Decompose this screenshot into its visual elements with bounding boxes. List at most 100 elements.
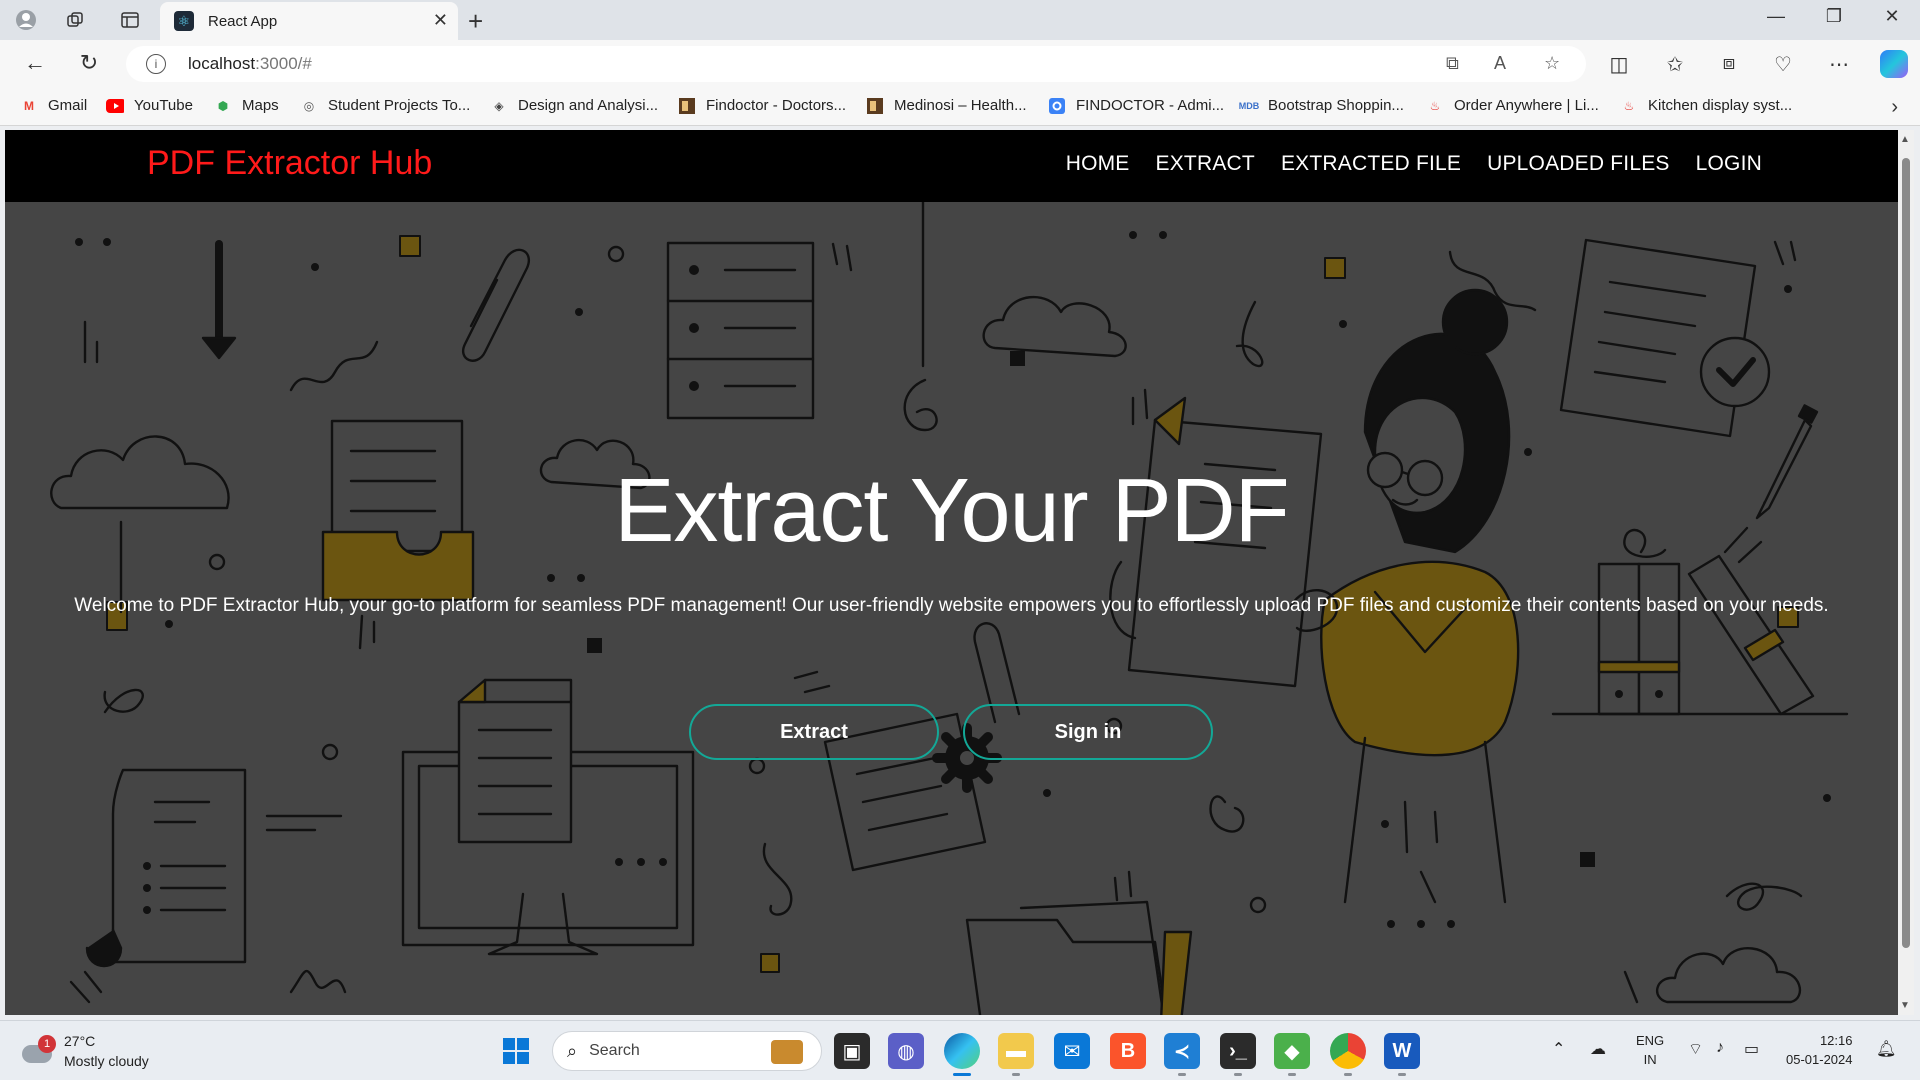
close-tab-icon[interactable]: ✕ xyxy=(433,10,448,31)
nav-login[interactable]: LOGIN xyxy=(1696,152,1762,176)
new-tab-icon[interactable]: + xyxy=(468,6,483,37)
tab-react-app[interactable]: ⚛ React App ✕ xyxy=(160,2,458,40)
site-icon xyxy=(866,97,884,114)
volume-icon[interactable]: ♪ xyxy=(1716,1039,1724,1057)
screen: ⚛ React App ✕ + — ❐ ✕ ← ↻ i localhost:30… xyxy=(0,0,1920,1080)
bookmark-bootstrap-shopping[interactable]: MDB Bootstrap Shoppin... xyxy=(1238,97,1404,114)
refresh-icon[interactable]: ↻ xyxy=(74,50,104,76)
search-placeholder: Search xyxy=(589,1042,640,1059)
restore-icon[interactable]: ❐ xyxy=(1814,6,1854,27)
app-indicator xyxy=(1344,1073,1352,1076)
workspaces-icon[interactable] xyxy=(64,8,88,32)
scroll-up-icon[interactable]: ▲ xyxy=(1900,134,1910,145)
profile-icon[interactable] xyxy=(14,8,38,32)
bookmark-findoctor-admin[interactable]: FINDOCTOR - Admi... xyxy=(1048,97,1224,114)
windows-taskbar: 1 27°C Mostly cloudy ⌕ Search ▣ ◍ ▬ ✉ B … xyxy=(0,1020,1920,1080)
hero-description: Welcome to PDF Extractor Hub, your go-to… xyxy=(74,595,1829,616)
close-window-icon[interactable]: ✕ xyxy=(1872,6,1912,27)
nav-uploaded-files[interactable]: UPLOADED FILES xyxy=(1487,152,1670,176)
tab-actions-icon[interactable] xyxy=(118,8,142,32)
tab-title: React App xyxy=(208,12,278,30)
brave-browser-icon[interactable]: B xyxy=(1110,1033,1146,1069)
wifi-icon[interactable]: ⌔ xyxy=(1688,1039,1703,1059)
scroll-down-icon[interactable]: ▼ xyxy=(1900,1000,1910,1011)
app-indicator xyxy=(1288,1073,1296,1076)
extract-button[interactable]: Extract xyxy=(689,704,939,760)
scrollbar-thumb[interactable] xyxy=(1902,158,1910,948)
minimize-icon[interactable]: — xyxy=(1756,6,1796,27)
chevron-right-icon[interactable]: › xyxy=(1891,96,1898,119)
onedrive-icon[interactable]: ☁ xyxy=(1590,1039,1606,1059)
vscode-icon[interactable]: ≺ xyxy=(1164,1033,1200,1069)
mail-icon[interactable]: ✉ xyxy=(1054,1033,1090,1069)
language-indicator[interactable]: ENG IN xyxy=(1636,1031,1664,1069)
weather-desc: Mostly cloudy xyxy=(64,1053,149,1069)
maps-icon: ⬢ xyxy=(217,98,229,113)
brand-logo[interactable]: PDF Extractor Hub xyxy=(147,144,432,183)
read-aloud-icon[interactable]: A xyxy=(1494,53,1506,74)
favorite-star-icon[interactable]: ☆ xyxy=(1544,53,1560,74)
weather-widget[interactable]: 1 27°C Mostly cloudy xyxy=(20,1031,149,1071)
notification-badge: 1 xyxy=(38,1035,56,1053)
nav-extract[interactable]: EXTRACT xyxy=(1156,152,1255,176)
gear-site-icon xyxy=(1048,97,1066,114)
site-info-icon[interactable]: i xyxy=(146,54,166,74)
app-indicator xyxy=(1398,1073,1406,1076)
windows-start-icon[interactable] xyxy=(498,1033,534,1069)
task-view-icon[interactable]: ▣ xyxy=(834,1033,870,1069)
bookmark-student-projects[interactable]: ◎ Student Projects To... xyxy=(300,97,471,114)
hero-title: Extract Your PDF xyxy=(614,461,1289,561)
bookmark-findoctor[interactable]: Findoctor - Doctors... xyxy=(678,97,846,114)
briefcase-icon xyxy=(771,1040,803,1064)
youtube-icon xyxy=(106,98,124,114)
bookmark-kitchen-display[interactable]: ♨ Kitchen display syst... xyxy=(1620,97,1793,114)
page-scrollbar[interactable]: ▲ ▼ xyxy=(1898,130,1914,1015)
open-in-app-icon[interactable]: ⧉ xyxy=(1446,53,1459,74)
chevron-up-icon[interactable]: ⌃ xyxy=(1552,1039,1565,1059)
more-menu-icon[interactable]: ⋯ xyxy=(1824,52,1854,77)
word-icon[interactable]: W xyxy=(1384,1033,1420,1069)
app-indicator xyxy=(1012,1073,1020,1076)
nav-links: HOME EXTRACT EXTRACTED FILE UPLOADED FIL… xyxy=(1066,152,1762,176)
flame-icon: ♨ xyxy=(1623,98,1635,113)
teams-chat-icon[interactable]: ◍ xyxy=(888,1033,924,1069)
notification-bell-icon[interactable]: 🔔︎ xyxy=(1876,1039,1896,1059)
browser-tab-bar: ⚛ React App ✕ + — ❐ ✕ xyxy=(0,0,1920,40)
bookmark-order-anywhere[interactable]: ♨ Order Anywhere | Li... xyxy=(1426,97,1599,114)
chrome-icon[interactable] xyxy=(1330,1033,1366,1069)
site-navbar: PDF Extractor Hub HOME EXTRACT EXTRACTED… xyxy=(5,130,1898,202)
gmail-icon: M xyxy=(24,98,34,113)
edge-browser-icon[interactable] xyxy=(944,1033,980,1069)
url-text[interactable]: localhost:3000/# xyxy=(188,54,312,74)
browser-essentials-icon[interactable]: ♡ xyxy=(1768,52,1798,77)
taskbar-search[interactable]: ⌕ Search xyxy=(552,1031,822,1071)
sign-in-button[interactable]: Sign in xyxy=(963,704,1213,760)
back-icon[interactable]: ← xyxy=(20,50,50,76)
mdb-icon: MDB xyxy=(1238,100,1260,111)
flame-icon: ♨ xyxy=(1429,98,1441,113)
collections-icon[interactable]: ⧈ xyxy=(1714,52,1744,75)
split-screen-icon[interactable]: ◫ xyxy=(1604,52,1634,77)
system-clock[interactable]: 12:16 05-01-2024 xyxy=(1786,1031,1853,1069)
app-indicator xyxy=(1234,1073,1242,1076)
bookmark-medinosi[interactable]: Medinosi – Health... xyxy=(866,97,1027,114)
address-bar[interactable]: i localhost:3000/# ⧉ A ☆ xyxy=(126,46,1586,82)
nav-home[interactable]: HOME xyxy=(1066,152,1130,176)
git-gui-icon[interactable]: ◆ xyxy=(1274,1033,1310,1069)
favorites-icon[interactable]: ✩ xyxy=(1660,52,1690,77)
copilot-icon[interactable] xyxy=(1880,50,1908,78)
bookmark-maps[interactable]: ⬢ Maps xyxy=(214,97,279,114)
site-icon xyxy=(678,97,696,114)
bookmarks-bar: M Gmail YouTube ⬢ Maps ◎ Student Projects T… xyxy=(0,88,1920,126)
globe-icon: ◎ xyxy=(303,98,315,113)
weather-temp: 27°C xyxy=(64,1033,96,1049)
file-explorer-icon[interactable]: ▬ xyxy=(998,1033,1034,1069)
terminal-icon[interactable]: ›_ xyxy=(1220,1033,1256,1069)
app-indicator xyxy=(1178,1073,1186,1076)
bookmark-youtube[interactable]: YouTube xyxy=(106,97,193,114)
active-app-indicator xyxy=(953,1073,971,1076)
bookmark-design-analysis[interactable]: ◈ Design and Analysi... xyxy=(490,97,658,114)
nav-extracted-file[interactable]: EXTRACTED FILE xyxy=(1281,152,1461,176)
battery-icon[interactable]: ▭ xyxy=(1744,1039,1759,1059)
bookmark-gmail[interactable]: M Gmail xyxy=(20,97,87,114)
